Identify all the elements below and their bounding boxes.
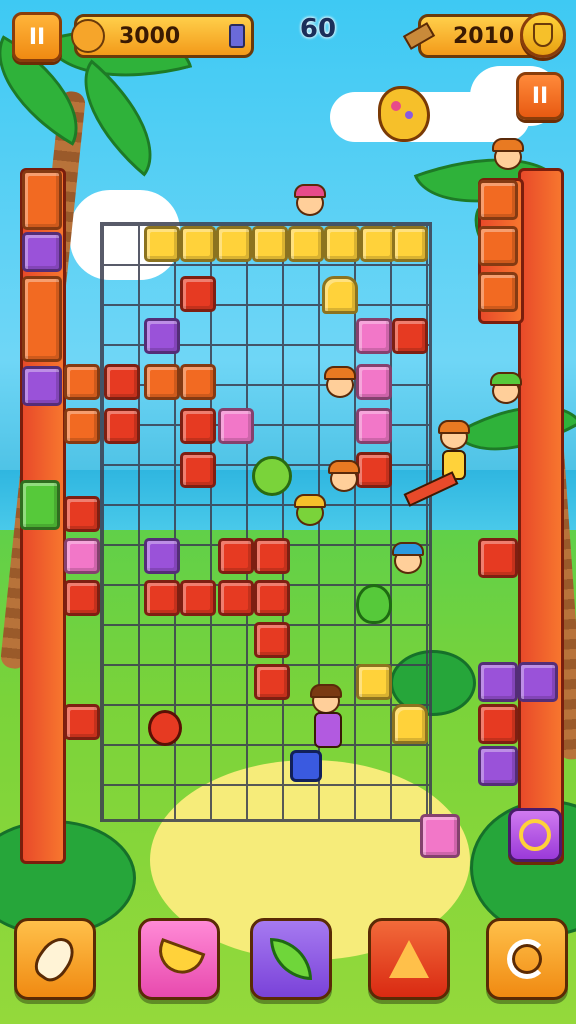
block[interactable] <box>356 364 392 400</box>
leaf-powerup[interactable] <box>250 918 332 1000</box>
hammer-powerup[interactable] <box>14 918 96 1000</box>
character-climber[interactable] <box>400 420 480 520</box>
powerup-bar <box>0 918 576 1008</box>
character-explorer[interactable] <box>484 368 524 412</box>
block[interactable] <box>518 662 558 702</box>
hammer-icon <box>402 22 436 50</box>
block[interactable] <box>356 664 392 700</box>
green-leaf-icon <box>270 938 312 980</box>
ring-icon <box>519 819 551 851</box>
block[interactable] <box>64 538 100 574</box>
menu-button[interactable]: II <box>516 72 564 120</box>
menu-icon: II <box>531 83 549 109</box>
block[interactable] <box>144 580 180 616</box>
block[interactable] <box>180 364 216 400</box>
block[interactable] <box>22 276 62 362</box>
character-explorer[interactable] <box>486 134 526 178</box>
banana-powerup[interactable] <box>138 918 220 1000</box>
block[interactable] <box>478 538 518 578</box>
top-hud: II 3000 60 2010 II <box>0 0 576 120</box>
coin-count: 3000 <box>119 23 181 49</box>
pause-icon: II <box>28 24 46 50</box>
block[interactable] <box>180 276 216 312</box>
block[interactable] <box>392 704 428 744</box>
block[interactable] <box>144 538 180 574</box>
bone-club-icon <box>28 930 82 988</box>
block[interactable] <box>144 364 180 400</box>
red-beetle[interactable] <box>146 704 182 746</box>
block[interactable] <box>180 408 216 444</box>
block[interactable] <box>478 180 518 220</box>
refresh-icon <box>507 939 547 979</box>
block[interactable] <box>64 496 100 532</box>
coin-counter: 3000 <box>71 14 254 58</box>
block[interactable] <box>478 704 518 744</box>
character-explorer[interactable] <box>288 494 328 538</box>
block[interactable] <box>218 538 254 574</box>
refresh-powerup[interactable] <box>486 918 568 1000</box>
character-explorer[interactable] <box>386 538 426 582</box>
block[interactable] <box>478 226 518 266</box>
block[interactable] <box>254 580 290 616</box>
character-pusher[interactable] <box>290 684 354 784</box>
block[interactable] <box>324 226 360 262</box>
target-ring-button[interactable] <box>508 808 562 862</box>
character-explorer[interactable] <box>318 362 358 406</box>
block[interactable] <box>478 662 518 702</box>
block[interactable] <box>392 318 428 354</box>
block[interactable] <box>420 814 460 858</box>
block[interactable] <box>478 746 518 786</box>
block[interactable] <box>64 704 100 740</box>
block[interactable] <box>360 226 396 262</box>
shield-icon <box>533 23 553 47</box>
block[interactable] <box>356 318 392 354</box>
right-pillar <box>518 168 564 864</box>
block[interactable] <box>144 226 180 262</box>
block[interactable] <box>254 622 290 658</box>
character-explorer[interactable] <box>322 458 362 498</box>
character-explorer[interactable] <box>288 184 328 228</box>
block[interactable] <box>356 408 392 444</box>
gem-spot <box>405 111 413 119</box>
score-count: 2010 <box>453 23 515 49</box>
block[interactable] <box>22 170 62 230</box>
block[interactable] <box>322 276 358 314</box>
block[interactable] <box>64 580 100 616</box>
banana-icon <box>152 937 206 981</box>
coin-bar <box>229 24 245 48</box>
block[interactable] <box>254 538 290 574</box>
shield-badge[interactable] <box>520 12 566 58</box>
block[interactable] <box>288 226 324 262</box>
block[interactable] <box>20 480 60 530</box>
drill-powerup[interactable] <box>368 918 450 1000</box>
block[interactable] <box>64 364 100 400</box>
green-fruit[interactable] <box>354 578 392 624</box>
bonus-gem[interactable] <box>378 86 430 142</box>
block[interactable] <box>392 226 428 262</box>
block[interactable] <box>218 580 254 616</box>
block[interactable] <box>218 408 254 444</box>
block[interactable] <box>478 272 518 312</box>
green-blob-creature[interactable] <box>250 452 292 496</box>
coin-icon <box>71 19 105 53</box>
drill-pyramid-icon <box>389 940 429 978</box>
gem-spot <box>391 101 401 111</box>
block[interactable] <box>22 232 62 272</box>
block[interactable] <box>254 664 290 700</box>
block[interactable] <box>104 408 140 444</box>
block[interactable] <box>180 580 216 616</box>
level-number: 60 <box>299 14 337 44</box>
block[interactable] <box>22 366 62 406</box>
block[interactable] <box>104 364 140 400</box>
block[interactable] <box>216 226 252 262</box>
block[interactable] <box>252 226 288 262</box>
block[interactable] <box>144 318 180 354</box>
block[interactable] <box>180 226 216 262</box>
block[interactable] <box>64 408 100 444</box>
block[interactable] <box>180 452 216 488</box>
pause-button[interactable]: II <box>12 12 62 62</box>
